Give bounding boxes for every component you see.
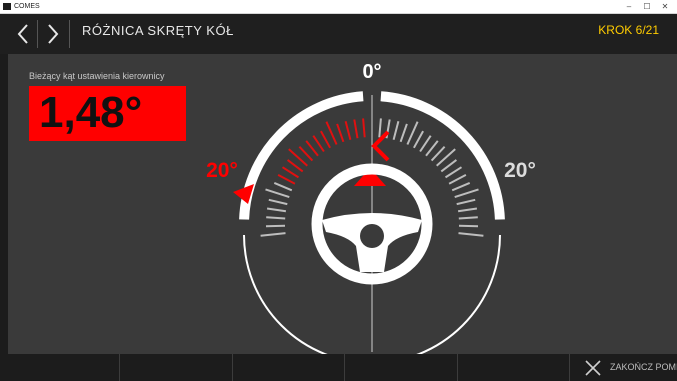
bottom-toolbar: ZAKOŃCZ POMIAR bbox=[8, 354, 677, 381]
window-titlebar: COMES – ☐ ✕ bbox=[0, 0, 677, 14]
left-edge-strip bbox=[0, 54, 8, 381]
toolbar-divider bbox=[232, 354, 233, 381]
close-window-button[interactable]: ✕ bbox=[657, 0, 673, 13]
toolbar-divider bbox=[119, 354, 120, 381]
toolbar-divider bbox=[344, 354, 345, 381]
minimize-button[interactable]: – bbox=[621, 0, 637, 13]
maximize-button[interactable]: ☐ bbox=[639, 0, 655, 13]
app-header: RÓŻNICA SKRĘTY KÓŁ KROK 6/21 bbox=[0, 14, 677, 62]
finish-measurement-label: ZAKOŃCZ POMIAR bbox=[610, 362, 677, 372]
finish-measurement-button[interactable]: ZAKOŃCZ POMIAR bbox=[578, 354, 677, 381]
window-title: COMES bbox=[14, 3, 40, 10]
app-icon bbox=[3, 3, 11, 10]
close-icon bbox=[585, 360, 601, 376]
angle-label: Bieżący kąt ustawienia kierownicy bbox=[29, 71, 165, 81]
toolbar-divider bbox=[457, 354, 458, 381]
back-button[interactable] bbox=[8, 14, 38, 54]
toolbar-divider bbox=[569, 354, 570, 381]
chevron-left-icon bbox=[17, 24, 28, 44]
angle-value: 1,48° bbox=[39, 88, 143, 137]
step-indicator: KROK 6/21 bbox=[598, 23, 659, 37]
angle-value-box: 1,48° bbox=[29, 86, 186, 141]
nav-divider bbox=[69, 20, 70, 48]
page-title: RÓŻNICA SKRĘTY KÓŁ bbox=[82, 23, 234, 38]
forward-button[interactable] bbox=[38, 14, 68, 54]
chevron-right-icon bbox=[48, 24, 59, 44]
